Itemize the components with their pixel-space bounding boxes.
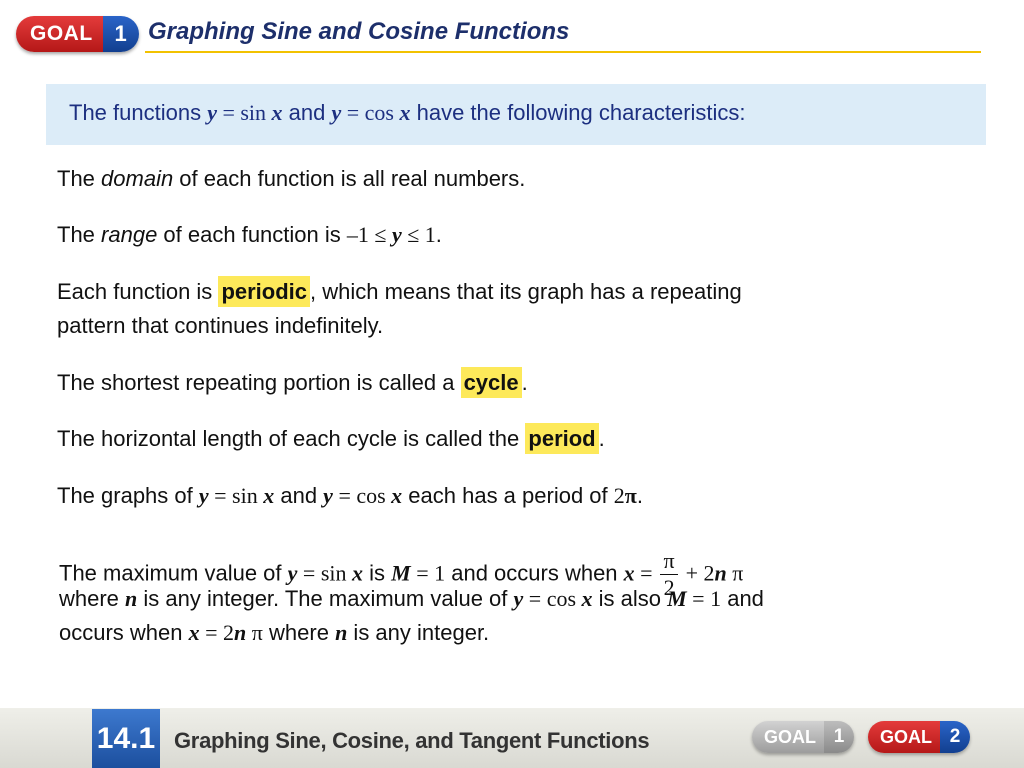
domain-term: domain: [101, 166, 174, 191]
max-l1-eq1: = 1: [410, 560, 446, 586]
periodic-term-highlight: periodic: [218, 276, 311, 307]
max-l2-where: where: [59, 586, 126, 611]
frac-numerator: π: [663, 548, 675, 573]
intro-f2-y: y: [331, 100, 342, 125]
max-l3-where: where: [262, 620, 336, 645]
graphs-eq1: = sin: [208, 483, 264, 508]
max-l2-y: y: [513, 586, 524, 611]
range-line: The range of each function is –1 ≤ y ≤ 1…: [57, 222, 442, 248]
max-l3-end: is any integer.: [347, 620, 490, 645]
cycle-before: The shortest repeating portion is called…: [57, 370, 461, 395]
max-l3-pi: π: [246, 620, 263, 645]
graphs-y1: y: [198, 483, 209, 508]
intro-suffix: have the following characteristics:: [410, 100, 746, 125]
graphs-y2: y: [323, 483, 333, 508]
domain-after: of each function is all real numbers.: [173, 166, 526, 191]
footer-goal-1-word: GOAL: [752, 721, 824, 753]
max-l2-n: n: [125, 586, 138, 611]
periodic-after: , which means that its graph has a repea…: [310, 279, 742, 304]
max-l1-pi: π: [726, 560, 744, 586]
max-l2-eq1: = 1: [686, 586, 722, 611]
max-l1-plus: + 2: [680, 560, 715, 586]
graphs-before: The graphs of: [57, 483, 199, 508]
max-l2-M: M: [667, 586, 687, 611]
range-after: of each function is: [157, 222, 347, 247]
footer-goal-2-word: GOAL: [868, 721, 940, 753]
max-l1-is: is: [363, 560, 392, 586]
range-lower: –1 ≤: [346, 222, 392, 247]
range-before: The: [57, 222, 102, 247]
max-l1-occurs: and occurs when: [445, 560, 624, 586]
period-term-highlight: period: [525, 423, 599, 454]
footer-goal-2-button[interactable]: GOAL 2: [868, 721, 970, 753]
cycle-term-highlight: cycle: [460, 367, 522, 398]
max-line-3: occurs when x = 2n π where n is any inte…: [59, 620, 489, 646]
graphs-eq2: = cos: [332, 483, 392, 508]
footer-goal-1-button[interactable]: GOAL 1: [752, 721, 854, 753]
graphs-two: 2: [613, 483, 625, 508]
max-l1-x: x: [352, 560, 363, 586]
max-l1-n: n: [714, 560, 727, 586]
domain-before: The: [57, 166, 102, 191]
max-l2-eq: = cos: [523, 586, 582, 611]
graphs-x1: x: [263, 483, 275, 508]
max-l1-x2: x: [623, 560, 635, 586]
max-l3-n: n: [234, 620, 247, 645]
period-after: .: [598, 426, 605, 451]
cycle-line: The shortest repeating portion is called…: [57, 367, 528, 398]
range-end: .: [435, 222, 442, 247]
max-l1-y: y: [287, 560, 298, 586]
section-number: 14.1: [92, 709, 160, 768]
title-underline: [145, 51, 981, 53]
goal-badge-number: 1: [102, 16, 139, 52]
range-var: y: [391, 222, 402, 247]
range-term: range: [101, 222, 158, 247]
max-l3-occurs: occurs when: [59, 620, 189, 645]
max-l2-mid: is any integer. The maximum value of: [137, 586, 514, 611]
range-upper: ≤ 1: [401, 222, 436, 247]
goal-1-badge: GOAL 1: [16, 15, 139, 53]
intro-text: The functions y = sin x and y = cos x ha…: [69, 100, 746, 126]
max-line-2: where n is any integer. The maximum valu…: [59, 586, 764, 612]
intro-f2-eq: = cos: [341, 100, 400, 125]
max-l1-eq2: =: [634, 560, 659, 586]
max-l2-and: and: [721, 586, 764, 611]
max-l3-eq: = 2: [199, 620, 235, 645]
graphs-pi: π: [624, 483, 637, 508]
periodic-line: Each function is periodic, which means t…: [57, 276, 742, 307]
intro-f1-x: x: [271, 100, 283, 125]
periodic-line-2: pattern that continues indefinitely.: [57, 313, 384, 338]
graphs-and: and: [274, 483, 324, 508]
page-title: Graphing Sine and Cosine Functions: [148, 18, 570, 45]
period-line: The horizontal length of each cycle is c…: [57, 423, 605, 454]
max-l1-before: The maximum value of: [59, 560, 288, 586]
goal-badge-word: GOAL: [16, 16, 103, 52]
periodic-before: Each function is: [57, 279, 219, 304]
max-l2-also: is also: [592, 586, 668, 611]
max-l3-n2: n: [335, 620, 348, 645]
intro-box: The functions y = sin x and y = cos x ha…: [46, 84, 986, 145]
intro-f2-x: x: [399, 100, 411, 125]
graphs-end: .: [636, 483, 643, 508]
graphs-mid: each has a period of: [402, 483, 614, 508]
domain-line: The domain of each function is all real …: [57, 166, 525, 192]
max-l2-x: x: [581, 586, 593, 611]
intro-f1-y: y: [207, 100, 217, 125]
max-l1-M: M: [391, 560, 411, 586]
graphs-line: The graphs of y = sin x and y = cos x ea…: [57, 483, 643, 509]
intro-and: and: [282, 100, 332, 125]
period-before: The horizontal length of each cycle is c…: [57, 426, 526, 451]
graphs-x2: x: [391, 483, 403, 508]
max-l1-eq: = sin: [297, 560, 352, 586]
max-l3-x: x: [188, 620, 200, 645]
section-title: Graphing Sine, Cosine, and Tangent Funct…: [174, 728, 650, 753]
cycle-after: .: [521, 370, 528, 395]
intro-prefix: The functions: [69, 100, 208, 125]
intro-f1-eq: = sin: [216, 100, 272, 125]
